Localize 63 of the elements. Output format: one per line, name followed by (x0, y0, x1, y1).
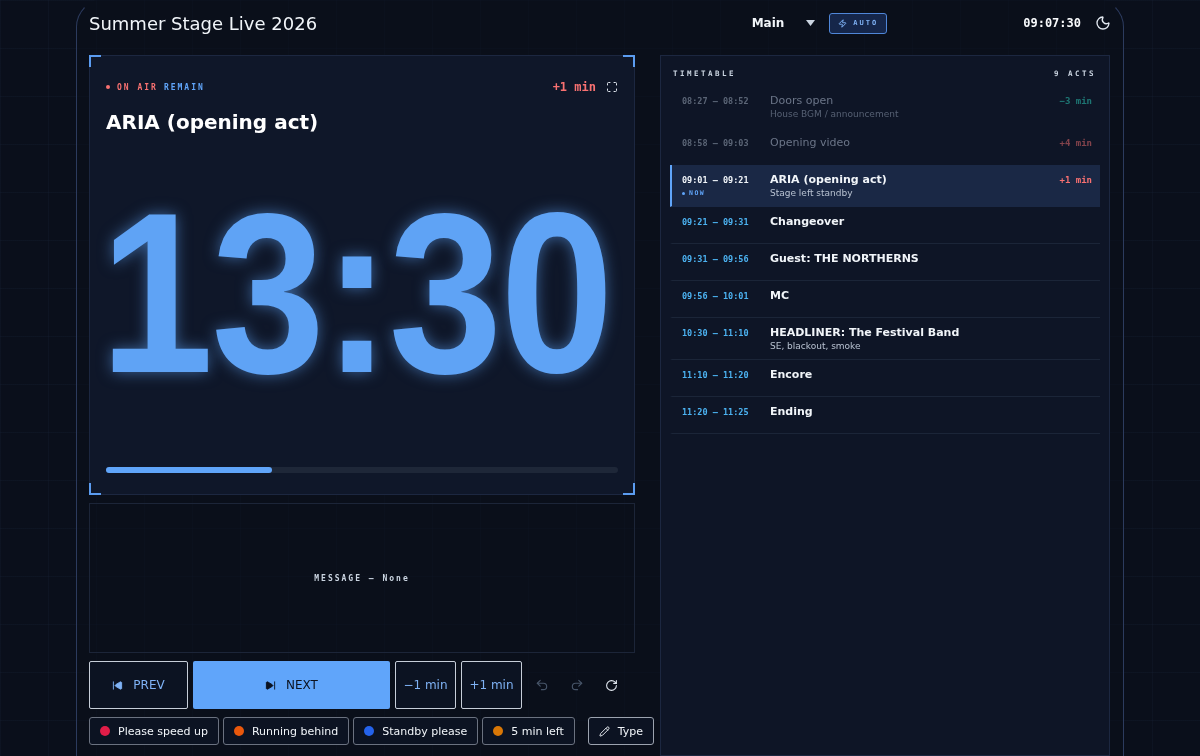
lightning-icon (838, 18, 848, 28)
stage-select[interactable]: Main (751, 16, 816, 30)
time-range: 09:21 – 09:31 (682, 217, 750, 227)
type-button[interactable]: Type (587, 717, 655, 745)
quick-message-button[interactable]: Running behind (222, 717, 350, 745)
live-dot (106, 85, 110, 89)
skip-forward-icon (265, 679, 277, 691)
corner-bracket (623, 55, 635, 67)
caret-icon (806, 20, 816, 26)
adjust-time-button[interactable]: −1 min (395, 661, 456, 709)
message-label: MESSAGE – None (314, 573, 410, 583)
act-name: HEADLINER: The Festival Band (770, 326, 961, 339)
time-range: 08:27 – 08:52 (682, 96, 750, 106)
moon-icon[interactable] (1095, 15, 1111, 31)
act-name: ARIA (opening act) (770, 173, 888, 186)
act-name: Doors open (770, 94, 835, 107)
corner-bracket (89, 483, 101, 495)
timetable-row[interactable]: 11:20 – 11:25 Ending (670, 397, 1100, 434)
skip-back-icon (112, 679, 124, 691)
timetable-row[interactable]: 09:31 – 09:56 Guest: THE NORTHERNS (670, 244, 1100, 281)
mode-label: REMAIN (163, 82, 206, 92)
offset-label: +1 min (552, 80, 596, 94)
fullscreen-icon[interactable] (606, 81, 618, 93)
quick-message-button[interactable]: Standby please (353, 717, 479, 745)
act-name: Ending (770, 405, 814, 418)
act-name: Changeover (770, 215, 846, 228)
time-range: 09:31 – 09:56 (682, 254, 750, 264)
corner-bracket (623, 483, 635, 495)
delay-label: +4 min (1059, 138, 1092, 150)
act-name: Guest: THE NORTHERNS (770, 252, 920, 265)
time-range: 09:01 – 09:21 (682, 175, 750, 185)
delay-label: −3 min (1059, 96, 1092, 108)
now-dot (682, 191, 685, 195)
timetable-row[interactable]: 09:56 – 10:01 MC (670, 281, 1100, 318)
prev-button[interactable]: PREV (89, 661, 188, 709)
quick-message-button[interactable]: Please speed up (89, 717, 219, 745)
app-title: Summer Stage Live 2026 (89, 12, 319, 34)
countdown-time: 13:30 (100, 177, 612, 407)
quick-message-button[interactable]: 5 min left (482, 717, 575, 745)
delay-label: +1 min (1059, 175, 1092, 187)
adjust-time-button[interactable]: +1 min (461, 661, 522, 709)
timetable-row[interactable]: 09:21 – 09:31 Changeover (670, 207, 1100, 244)
act-note: SE, blackout, smoke (770, 341, 862, 351)
corner-bracket (89, 55, 101, 67)
time-range: 11:10 – 11:20 (682, 370, 750, 380)
on-air-label: ON AIR (117, 82, 158, 92)
act-title: ARIA (opening act) (106, 110, 320, 134)
timetable-row[interactable]: 08:58 – 09:03 Opening video +4 min (670, 128, 1100, 165)
time-range: 10:30 – 11:10 (682, 328, 750, 338)
timetable-row[interactable]: 11:10 – 11:20 Encore (670, 360, 1100, 397)
time-range: 08:58 – 09:03 (682, 138, 750, 148)
act-name: Opening video (770, 136, 851, 149)
act-note: House BGM / announcement (770, 109, 900, 119)
pencil-icon (598, 725, 610, 737)
time-range: 09:56 – 10:01 (682, 291, 750, 301)
time-range: 11:20 – 11:25 (682, 407, 750, 417)
timetable-row[interactable]: 10:30 – 11:10 HEADLINER: The Festival Band SE, blackout, smoke (670, 318, 1100, 360)
act-name: MC (770, 289, 791, 302)
next-button[interactable]: NEXT (193, 661, 390, 709)
act-name: Encore (770, 368, 814, 381)
act-note: Stage left standby (770, 188, 854, 198)
timetable-row[interactable]: 08:27 – 08:52 Doors open House BGM / announcement −3 min (670, 86, 1100, 128)
clock: 09:07:30 (1023, 16, 1081, 30)
